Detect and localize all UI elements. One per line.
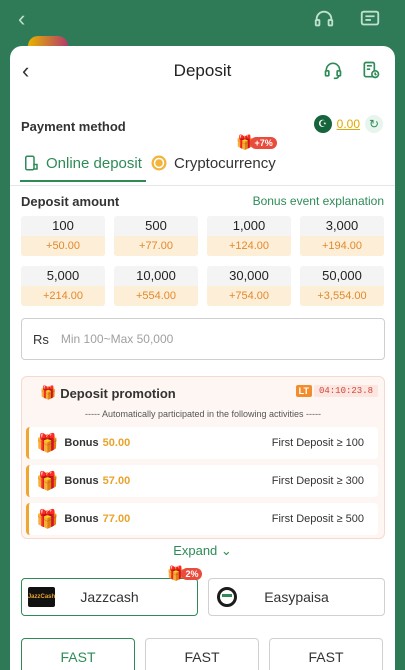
balance-value: 0.00: [336, 117, 360, 131]
amount-bonus: +214.00: [21, 286, 105, 306]
promotion-row-label: Bonus: [64, 437, 99, 449]
amount-option[interactable]: 10,000 +554.00: [114, 266, 198, 306]
crypto-coin-icon: [151, 155, 167, 171]
message-icon[interactable]: [359, 8, 381, 30]
channel-label: Easypaisa: [264, 589, 329, 605]
amount-option[interactable]: 100 +50.00: [21, 216, 105, 256]
tab-online-deposit[interactable]: Online deposit: [20, 154, 146, 182]
promotion-row-condition: First Deposit ≥ 100: [271, 437, 364, 449]
amount-input-box: Rs: [21, 318, 385, 360]
timer-badge: LT: [295, 385, 312, 397]
customer-service-icon[interactable]: [323, 60, 343, 80]
tab-online-deposit-label: Online deposit: [46, 154, 142, 172]
crypto-bonus-percent: +7%: [250, 136, 277, 149]
amount-value: 50,000: [322, 268, 362, 283]
amount-value: 500: [145, 218, 167, 233]
amount-option[interactable]: 500 +77.00: [114, 216, 198, 256]
promotion-row-value: 50.00: [102, 437, 131, 449]
easypaisa-logo-icon: [217, 587, 237, 607]
deposit-amount-label: Deposit amount: [21, 194, 120, 209]
promotion-row-value: 77.00: [102, 513, 131, 525]
amount-value: 30,000: [229, 268, 269, 283]
gift-icon: 🎁: [36, 508, 59, 529]
gift-icon: 🎁: [36, 432, 59, 453]
balance-display: ☪ 0.00 ↻: [313, 115, 383, 133]
promotion-row: 🎁 Bonus 57.00 First Deposit ≥ 300: [26, 465, 378, 497]
fast-option[interactable]: FAST: [269, 638, 383, 670]
channel-easypaisa[interactable]: Easypaisa: [208, 578, 385, 616]
headset-icon[interactable]: [313, 8, 335, 30]
channel-jazzcash[interactable]: JazzCash Jazzcash 🎁 2%: [21, 565, 203, 616]
amount-bonus: +554.00: [114, 286, 198, 306]
promotion-timer: LT 04:10:23.8: [295, 385, 378, 397]
deposit-tabs: Online deposit Cryptocurrency 🎁 +7%: [10, 134, 395, 186]
amount-option[interactable]: 3,000 +194.00: [300, 216, 384, 256]
payment-channels: JazzCash Jazzcash 🎁 2% Easypaisa: [21, 565, 385, 616]
amount-value: 10,000: [136, 268, 176, 283]
currency-label: Rs: [33, 331, 49, 347]
channel-label: Jazzcash: [80, 589, 139, 605]
payment-method-row: Payment method ☪ 0.00 ↻: [10, 106, 395, 146]
amount-option[interactable]: 5,000 +214.00: [21, 266, 105, 306]
amount-value: 100: [52, 218, 74, 233]
amount-bonus: +3,554.00: [300, 286, 384, 306]
amount-bonus: +50.00: [21, 236, 105, 256]
deposit-topbar: ‹ Deposit: [10, 46, 395, 96]
promotion-header: 🎁 Deposit promotion: [40, 385, 176, 401]
fast-option[interactable]: FAST: [21, 638, 135, 670]
amount-input[interactable]: [60, 332, 341, 346]
gift-icon: 🎁: [40, 385, 57, 400]
amount-value: 5,000: [46, 268, 80, 283]
back-chevron-icon[interactable]: ‹: [18, 6, 25, 32]
promotion-row-label: Bonus: [64, 475, 99, 487]
jazzcash-logo-icon: JazzCash: [28, 587, 55, 607]
pakistan-flag-icon: ☪: [313, 115, 332, 133]
amount-options-grid: 100 +50.00 500 +77.00 1,000 +124.00 3,000 +1…: [21, 216, 385, 306]
promotion-title: Deposit promotion: [60, 385, 176, 401]
refresh-icon[interactable]: ↻: [365, 115, 383, 133]
amount-value: 1,000: [232, 218, 266, 233]
jazzcash-logo-text: JazzCash: [27, 594, 56, 600]
fast-options: FAST FAST FAST: [21, 638, 385, 670]
payment-method-label: Payment method: [21, 119, 126, 134]
channel-bonus-percent: 2%: [181, 567, 203, 580]
amount-value: 3,000: [325, 218, 359, 233]
auto-participation-note: ----- Automatically participated in the …: [84, 409, 322, 419]
amount-bonus: +194.00: [300, 236, 384, 256]
promotion-row-value: 57.00: [102, 475, 131, 487]
channel-bonus-badge: 🎁 2%: [167, 565, 203, 582]
amount-option[interactable]: 50,000 +3,554.00: [300, 266, 384, 306]
promotion-row-label: Bonus: [64, 513, 99, 525]
amount-bonus: +124.00: [207, 236, 291, 256]
deposit-sheet: ‹ Deposit Payment method ☪ 0.00 ↻ Online…: [10, 46, 395, 670]
amount-bonus: +77.00: [114, 236, 198, 256]
promotion-row: 🎁 Bonus 50.00 First Deposit ≥ 100: [26, 427, 378, 459]
bonus-event-explanation-link[interactable]: Bonus event explanation: [253, 194, 384, 208]
amount-option[interactable]: 1,000 +124.00: [207, 216, 291, 256]
expand-label: Expand: [173, 543, 218, 558]
expand-button[interactable]: Expand ⌄: [10, 543, 395, 559]
timer-value: 04:10:23.8: [313, 385, 378, 397]
amount-option[interactable]: 30,000 +754.00: [207, 266, 291, 306]
fast-option[interactable]: FAST: [145, 638, 259, 670]
tab-cryptocurrency[interactable]: Cryptocurrency: [150, 154, 276, 172]
deposit-amount-header: Deposit amount Bonus event explanation: [10, 186, 395, 214]
chevron-down-icon: ⌄: [220, 543, 232, 558]
promotion-row-condition: First Deposit ≥ 500: [271, 513, 364, 525]
promotion-row: 🎁 Bonus 77.00 First Deposit ≥ 500: [26, 503, 378, 535]
gift-icon: 🎁: [36, 470, 59, 491]
deposit-promotion-panel: 🎁 Deposit promotion LT 04:10:23.8 ----- …: [21, 376, 385, 539]
tab-cryptocurrency-label: Cryptocurrency: [174, 154, 276, 172]
amount-bonus: +754.00: [207, 286, 291, 306]
deposit-history-icon[interactable]: [361, 60, 381, 80]
promotion-row-condition: First Deposit ≥ 300: [271, 475, 364, 487]
online-deposit-icon: [25, 155, 38, 171]
crypto-bonus-badge: 🎁 +7%: [236, 134, 277, 151]
